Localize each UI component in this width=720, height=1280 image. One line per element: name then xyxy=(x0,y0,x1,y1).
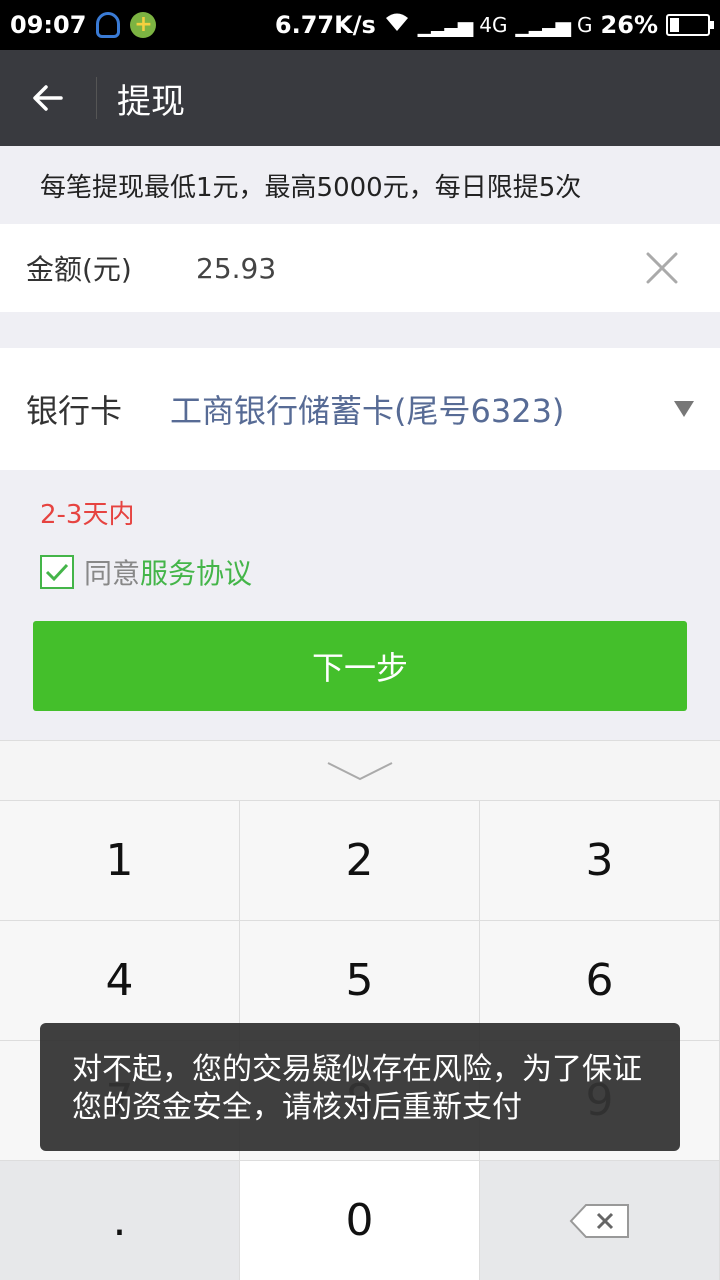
keyboard-collapse-handle[interactable] xyxy=(0,740,720,800)
signal-icon: ▁▂▃▅ xyxy=(417,13,474,37)
network-type-4g: 4G xyxy=(479,13,508,37)
agreement-row: 同意 服务协议 xyxy=(40,552,252,592)
page-title: 提现 xyxy=(117,81,185,122)
agreement-checkbox[interactable] xyxy=(40,555,74,589)
status-time: 09:07 xyxy=(10,11,87,39)
title-divider xyxy=(96,77,97,119)
title-bar: 提现 xyxy=(0,50,720,146)
withdraw-limits-info: 每笔提现最低1元，最高5000元，每日限提5次 xyxy=(0,146,720,224)
battery-fill xyxy=(670,18,679,32)
key-3[interactable]: 3 xyxy=(480,801,720,921)
status-bar: 09:07 + 6.77K/s ▁▂▃▅ 4G ▁▂▃▅ G 26% xyxy=(0,0,720,50)
next-step-button[interactable]: 下一步 xyxy=(33,621,687,711)
chevron-down-icon xyxy=(327,761,393,780)
battery-icon xyxy=(666,14,714,36)
key-1[interactable]: 1 xyxy=(0,801,240,921)
clear-icon[interactable] xyxy=(644,250,680,286)
bank-card-label: 银行卡 xyxy=(26,392,123,430)
bank-card-selector[interactable]: 银行卡 工商银行储蓄卡(尾号6323) xyxy=(0,348,720,470)
dropdown-arrow-icon[interactable] xyxy=(674,401,694,417)
network-speed: 6.77K/s xyxy=(274,11,376,39)
amount-row: 金额(元) 25.93 xyxy=(0,224,720,312)
network-type-g: G xyxy=(577,13,593,37)
key-0[interactable]: 0 xyxy=(240,1161,480,1280)
backspace-key[interactable] xyxy=(480,1161,720,1280)
plus-app-icon: + xyxy=(130,12,157,38)
key-dot[interactable]: . xyxy=(0,1161,240,1280)
headset-icon xyxy=(96,12,121,38)
battery-percent: 26% xyxy=(600,11,658,39)
back-button[interactable] xyxy=(0,50,96,146)
agreement-text: 同意 xyxy=(84,557,141,590)
signal-icon-2: ▁▂▃▅ xyxy=(515,13,572,37)
bank-card-value[interactable]: 工商银行储蓄卡(尾号6323) xyxy=(170,386,564,432)
back-arrow-icon xyxy=(33,85,63,111)
risk-warning-toast: 对不起，您的交易疑似存在风险，为了保证您的资金安全，请核对后重新支付 xyxy=(40,1023,680,1151)
wifi-icon xyxy=(384,11,410,39)
checkmark-icon xyxy=(45,563,69,582)
amount-input[interactable]: 25.93 xyxy=(196,252,276,285)
key-2[interactable]: 2 xyxy=(240,801,480,921)
arrival-time: 2-3天内 xyxy=(40,500,135,530)
service-agreement-link[interactable]: 服务协议 xyxy=(140,552,252,592)
amount-label: 金额(元) xyxy=(26,253,132,286)
backspace-icon xyxy=(569,1203,629,1238)
